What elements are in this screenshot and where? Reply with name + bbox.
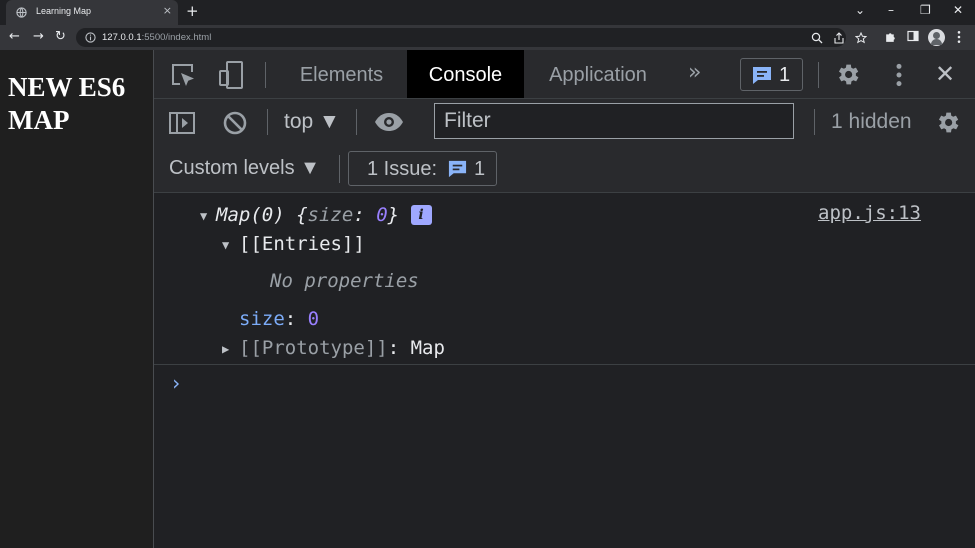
tab-console[interactable]: Console xyxy=(407,50,524,98)
globe-icon xyxy=(16,7,27,18)
console-message: ▼ Map(0) {size: 0} i app.js:13 ▼ [[Entri… xyxy=(154,194,975,365)
prototype-value: Map xyxy=(410,337,445,359)
map-summary[interactable]: Map(0) {size: 0} i xyxy=(216,204,432,226)
expand-triangle-icon[interactable]: ▼ xyxy=(200,209,207,223)
prototype-property[interactable]: [[Prototype]]: Map xyxy=(239,337,445,359)
toolbar-divider xyxy=(339,155,340,183)
expand-triangle-icon[interactable]: ▼ xyxy=(222,238,229,252)
size-property: size: 0 xyxy=(239,308,319,330)
issues-counter-button[interactable]: 1 xyxy=(740,58,803,91)
issues-count: 1 xyxy=(474,158,486,180)
console-settings-gear-icon[interactable] xyxy=(934,109,961,136)
source-link[interactable]: app.js:13 xyxy=(818,202,921,224)
url-text: 127.0.0.1:5500/index.html xyxy=(102,32,211,43)
reload-button[interactable]: ↻ xyxy=(55,30,66,44)
tab-search-icon[interactable]: ⌄ xyxy=(855,3,865,18)
map-preview-colon: : xyxy=(353,204,377,226)
url-host: 127.0.0.1 xyxy=(102,32,142,43)
message-icon xyxy=(448,160,467,178)
tab-application[interactable]: Application xyxy=(534,50,662,98)
map-preview-open: { xyxy=(296,204,308,226)
issues-counter-value: 1 xyxy=(779,64,791,86)
extensions-icon[interactable] xyxy=(884,30,897,43)
entries-label[interactable]: [[Entries]] xyxy=(239,233,365,255)
inspect-element-icon[interactable] xyxy=(170,62,196,88)
avatar-body xyxy=(931,39,942,45)
url-path: :5500/index.html xyxy=(141,32,212,43)
zoom-icon[interactable] xyxy=(811,32,823,44)
devtools-tab-bar: Elements Console Application » 1 ✕ xyxy=(154,50,975,99)
page-viewport: NEW ES6 MAP xyxy=(0,50,153,548)
share-icon[interactable] xyxy=(833,32,845,44)
toolbar-divider xyxy=(267,109,268,135)
prototype-colon: : xyxy=(387,337,411,359)
toolbar-divider xyxy=(814,109,815,135)
size-colon: : xyxy=(284,308,308,330)
no-properties-text: No properties xyxy=(270,270,419,292)
filter-box[interactable] xyxy=(434,103,794,139)
window-close-button[interactable]: ✕ xyxy=(953,3,963,18)
browser-tab[interactable]: Learning Map × xyxy=(6,0,178,25)
info-badge-icon[interactable]: i xyxy=(410,205,432,225)
console-output: ▼ Map(0) {size: 0} i app.js:13 ▼ [[Entri… xyxy=(154,194,975,548)
live-expression-eye-icon[interactable] xyxy=(373,112,405,132)
devtools-panel: Elements Console Application » 1 ✕ top ▼… xyxy=(153,50,975,548)
back-button[interactable]: ← xyxy=(9,30,20,44)
clear-console-icon[interactable] xyxy=(222,110,248,136)
collapse-triangle-icon[interactable]: ▶ xyxy=(222,342,229,356)
profile-avatar[interactable] xyxy=(928,29,945,46)
map-preview-close: } xyxy=(387,204,400,226)
side-panel-icon[interactable] xyxy=(907,30,919,42)
issues-button[interactable]: 1 Issue: 1 xyxy=(348,151,497,186)
tab-title: Learning Map xyxy=(36,6,92,16)
console-toolbar: top ▼ 1 hidden Custom levels ▼ 1 Issue: … xyxy=(154,99,975,193)
page-heading: NEW ES6 MAP xyxy=(8,72,126,135)
new-tab-button[interactable]: + xyxy=(186,3,199,20)
context-selector[interactable]: top ▼ xyxy=(284,110,340,134)
tabbar-divider xyxy=(818,62,819,88)
size-value: 0 xyxy=(307,308,320,330)
prototype-label: [[Prototype]] xyxy=(239,337,388,359)
tabbar-divider xyxy=(265,62,266,88)
size-key: size xyxy=(239,308,285,330)
address-bar[interactable]: 127.0.0.1:5500/index.html xyxy=(76,28,867,47)
tab-close-icon[interactable]: × xyxy=(163,5,172,17)
customize-menu-icon[interactable] xyxy=(895,62,903,88)
browser-tab-strip: Learning Map × + ⌄ – ❐ ✕ xyxy=(0,0,975,25)
browser-toolbar: ← → ↻ 127.0.0.1:5500/index.html xyxy=(0,25,975,50)
close-devtools-icon[interactable]: ✕ xyxy=(935,61,955,87)
issues-label: 1 Issue: xyxy=(367,158,438,180)
toolbar-divider xyxy=(356,109,357,135)
console-prompt-icon[interactable]: › xyxy=(170,372,182,394)
log-levels-dropdown[interactable]: Custom levels ▼ xyxy=(169,157,320,180)
message-icon xyxy=(753,67,771,84)
more-tabs-button[interactable]: » xyxy=(688,61,701,85)
bookmark-star-icon[interactable] xyxy=(855,32,867,44)
restore-button[interactable]: ❐ xyxy=(920,3,931,18)
forward-button[interactable]: → xyxy=(33,30,44,44)
map-preview-value: 0 xyxy=(376,204,388,226)
tab-elements[interactable]: Elements xyxy=(284,50,399,98)
map-preview-key: size xyxy=(307,204,354,226)
hidden-messages-count: 1 hidden xyxy=(831,110,912,133)
sidebar-toggle-icon[interactable] xyxy=(168,111,196,135)
settings-gear-icon[interactable] xyxy=(834,61,861,88)
filter-input[interactable] xyxy=(436,105,792,137)
device-toolbar-icon[interactable] xyxy=(218,60,246,90)
kebab-menu-icon[interactable] xyxy=(956,30,962,44)
minimize-button[interactable]: – xyxy=(888,3,894,18)
avatar-head xyxy=(933,32,940,39)
info-icon[interactable] xyxy=(85,32,96,43)
map-label: Map(0) xyxy=(216,204,285,226)
